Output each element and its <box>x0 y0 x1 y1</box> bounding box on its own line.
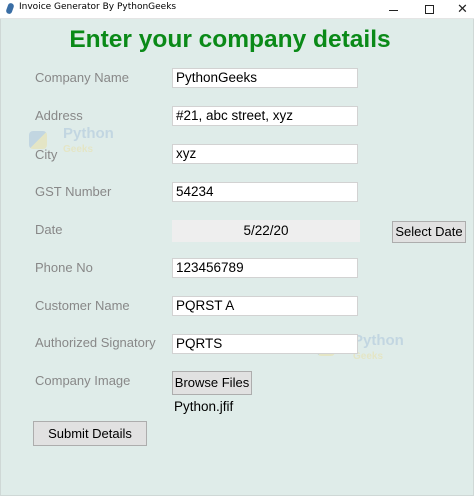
watermark-text-python: Python <box>353 332 404 349</box>
phone-no-field[interactable] <box>172 258 358 278</box>
customer-name-field[interactable] <box>172 296 358 316</box>
form-window: Python Geeks Python Geeks Enter your com… <box>0 19 474 496</box>
page-title: Enter your company details <box>69 26 391 53</box>
window-titlebar: Invoice Generator By PythonGeeks ✕ <box>0 0 474 19</box>
minimize-button[interactable] <box>376 0 411 18</box>
window-title: Invoice Generator By PythonGeeks <box>19 2 177 12</box>
phone-no-label: Phone No <box>35 260 93 275</box>
maximize-icon <box>425 4 434 14</box>
city-label: City <box>35 147 58 162</box>
selected-file-name: Python.jfif <box>174 399 234 414</box>
city-field[interactable] <box>172 144 358 164</box>
gst-number-label: GST Number <box>35 184 112 199</box>
address-field[interactable] <box>172 106 358 126</box>
maximize-button[interactable] <box>412 0 447 18</box>
company-image-label: Company Image <box>35 373 131 388</box>
close-button[interactable]: ✕ <box>445 0 474 18</box>
company-name-field[interactable] <box>172 68 358 88</box>
customer-name-label: Customer Name <box>35 298 130 313</box>
close-icon: ✕ <box>457 1 468 17</box>
select-date-button[interactable]: Select Date <box>392 221 466 243</box>
watermark-text-geeks: Geeks <box>63 144 94 155</box>
minimize-icon <box>389 9 398 11</box>
company-name-label: Company Name <box>35 70 129 85</box>
watermark-text-python: Python <box>63 125 114 142</box>
gst-number-field[interactable] <box>172 182 358 202</box>
authorized-signatory-field[interactable] <box>172 334 358 354</box>
browse-files-button[interactable]: Browse Files <box>172 371 252 395</box>
feather-icon <box>5 2 15 15</box>
address-label: Address <box>35 108 83 123</box>
date-label: Date <box>35 222 63 237</box>
date-display: 5/22/20 <box>172 220 360 242</box>
authorized-signatory-label: Authorized Signatory <box>35 335 156 350</box>
submit-details-button[interactable]: Submit Details <box>33 421 147 446</box>
